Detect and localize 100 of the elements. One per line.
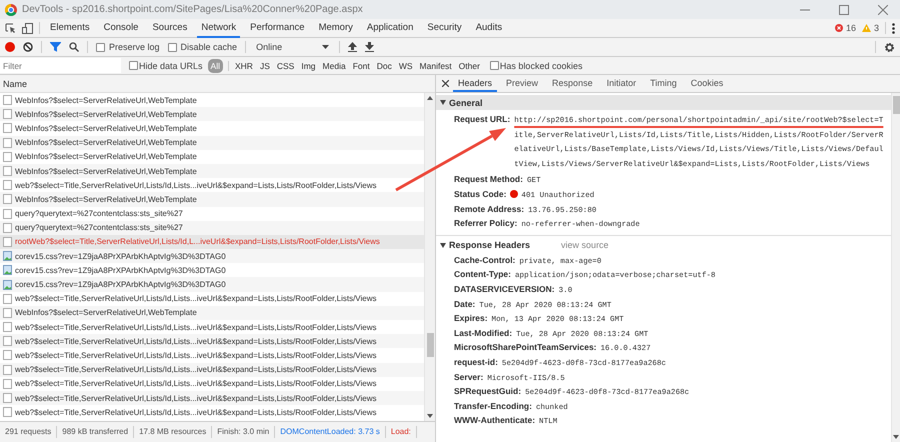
download-icon[interactable] [365,42,374,52]
status-item: Load: [386,426,417,438]
type-filter[interactable]: XHR [234,60,254,72]
request-row[interactable]: WebInfos?$select=ServerRelativeUrl,WebTemplate [0,136,424,150]
upload-icon[interactable] [348,42,358,52]
checkbox-label: Preserve log [109,42,160,52]
request-row[interactable]: WebInfos?$select=ServerRelativeUrl,WebTemplate [0,192,424,206]
request-name: WebInfos?$select=ServerRelativeUrl,WebTemplate [15,166,197,176]
document-icon [3,407,12,418]
filter-icon[interactable] [50,42,61,52]
image-icon [3,280,12,290]
type-filter[interactable]: Other [458,60,481,72]
request-row[interactable]: rootWeb?$select=Title,ServerRelativeUrl,Lists/Id,L...iveUrl&$expand=Lists,Lists/RootFolder,Lists/Views [0,234,424,250]
scroll-down-icon[interactable] [893,435,899,439]
scrollbar-thumb[interactable] [892,96,900,114]
type-filter[interactable]: Doc [376,60,393,72]
scrollbar-thumb[interactable] [426,333,434,357]
status-item: DOMContentLoaded: 3.73 s [275,426,386,438]
header-name: Request Method: [454,173,523,186]
inspect-icon[interactable] [5,22,16,34]
request-row[interactable]: corev15.css?rev=1Z9jaA8PrXPArbKhAptvIg%3D%3DTAG0 [0,263,424,278]
request-row[interactable]: corev15.css?rev=1Z9jaA8PrXPArbKhAptvIg%3D%3DTAG0 [0,277,424,292]
caret-icon [322,45,330,49]
request-row[interactable]: web?$select=Title,ServerRelativeUrl,Lists/Id,Lists...iveUrl&$expand=Lists,Lists/RootFolder,Lists/Views [0,390,424,406]
checkbox[interactable] [96,42,105,52]
close-icon[interactable] [442,80,449,87]
clear-icon[interactable] [23,42,33,52]
detail-tab[interactable]: Timing [645,75,682,92]
request-name: web?$select=Title,ServerRelativeUrl,Lists/Id,Lists...iveUrl&$expand=Lists,Lists/RootFolder,Lists/Views [15,408,376,417]
detail-tab[interactable]: Initiator [602,75,642,92]
type-filter[interactable]: Img [300,60,317,72]
request-name: web?$select=Title,ServerRelativeUrl,Lists/Id,Lists...iveUrl&$expand=Lists,Lists/RootFolder,Lists/Views [15,294,376,304]
checkbox-label: Hide data URLs [139,60,203,70]
header-name: request-id: [454,356,498,369]
panel-tab[interactable]: Elements [46,20,94,38]
request-name: query?querytext=%27contentclass:sts_site%27 [15,209,183,218]
checkbox[interactable] [129,61,138,70]
request-row[interactable]: corev15.css?rev=1Z9jaA8PrXPArbKhAptvIg%3D%3DTAG0 [0,249,424,264]
panel-tab[interactable]: Console [100,20,142,38]
request-name: WebInfos?$select=ServerRelativeUrl,WebTemplate [15,152,197,162]
view-source-link[interactable]: view source [561,240,609,250]
scroll-down-icon[interactable] [427,414,433,418]
header-name: MicrosoftSharePointTeamServices: [454,341,596,354]
settings-icon[interactable] [884,42,895,52]
type-filter[interactable]: Manifest [418,60,453,72]
detail-tab[interactable]: Preview [501,75,544,92]
request-name: web?$select=Title,ServerRelativeUrl,Lists/Id,Lists...iveUrl&$expand=Lists,Lists/RootFolder,Lists/Views [15,394,376,403]
scroll-up-icon[interactable] [427,96,433,100]
panel-tab[interactable]: Performance [246,20,309,38]
detail-tab[interactable]: Headers [453,75,498,92]
record-icon[interactable] [5,42,15,52]
checkbox[interactable] [490,61,499,70]
type-filter[interactable]: Media [322,60,347,72]
request-row[interactable]: web?$select=Title,ServerRelativeUrl,Lists/Id,Lists...iveUrl&$expand=Lists,Lists/RootFolder,Lists/Views [0,178,424,192]
detail-tab[interactable]: Cookies [686,75,728,92]
status-dot-icon [510,190,518,198]
throttling-dropdown[interactable]: Online [254,42,332,52]
panel-tab[interactable]: Memory [314,20,357,38]
more-icon[interactable] [892,22,895,34]
header-name: Request URL: [454,113,510,126]
request-row[interactable]: query?querytext=%27contentclass:sts_site%27 [0,206,424,221]
request-name: web?$select=Title,ServerRelativeUrl,Lists/Id,Lists...iveUrl&$expand=Lists,Lists/RootFolder,Lists/Views [15,365,376,374]
document-icon [3,378,12,389]
document-icon [3,138,12,148]
request-row[interactable]: web?$select=Title,ServerRelativeUrl,Lists/Id,Lists...iveUrl&$expand=Lists,Lists/RootFolder,Lists/Views [0,292,424,306]
document-icon [3,294,12,304]
panel-tab[interactable]: Application [362,20,418,38]
document-icon [3,123,12,134]
checkbox[interactable] [168,42,177,52]
request-row[interactable]: web?$select=Title,ServerRelativeUrl,Lists/Id,Lists...iveUrl&$expand=Lists,Lists/RootFolder,Lists/Views [0,362,424,377]
header-name: SPRequestGuid: [454,385,522,398]
type-filter[interactable]: JS [258,60,271,72]
filter-field[interactable]: Filter [0,58,121,73]
maximize-icon[interactable] [839,4,849,14]
panel-tab[interactable]: Sources [148,20,192,38]
header-name: Server: [454,370,484,384]
panel-tab[interactable]: Security [423,20,466,38]
panel-tab[interactable]: Audits [472,20,506,38]
request-row[interactable]: WebInfos?$select=ServerRelativeUrl,WebTemplate [0,164,424,178]
device-icon[interactable] [22,22,33,34]
status-item: 291 requests [0,426,58,438]
request-name: WebInfos?$select=ServerRelativeUrl,WebTemplate [15,124,197,133]
document-icon [3,364,12,375]
header-name: Transfer-Encoding: [454,400,532,413]
detail-tab[interactable]: Response [547,75,598,92]
type-filter[interactable]: WS [398,60,414,72]
section-header[interactable]: General [436,95,891,110]
request-row[interactable]: query?querytext=%27contentclass:sts_site%27 [0,220,424,235]
section-header[interactable]: Response Headers view source [436,238,891,253]
request-row[interactable]: web?$select=Title,ServerRelativeUrl,Lists/Id,Lists...iveUrl&$expand=Lists,Lists/RootFolder,Lists/Views [0,334,424,348]
close-icon[interactable] [878,4,888,14]
document-icon [3,109,12,120]
document-icon [3,95,12,106]
request-row[interactable]: WebInfos?$select=ServerRelativeUrl,WebTemplate [0,107,424,122]
type-filter[interactable]: CSS [276,60,296,72]
column-header[interactable]: Name [3,78,28,88]
type-filter[interactable]: Font [352,60,371,72]
browser-logo-icon [5,4,17,16]
search-icon[interactable] [69,42,79,52]
request-row[interactable]: WebInfos?$select=ServerRelativeUrl,WebTemplate [0,306,424,320]
